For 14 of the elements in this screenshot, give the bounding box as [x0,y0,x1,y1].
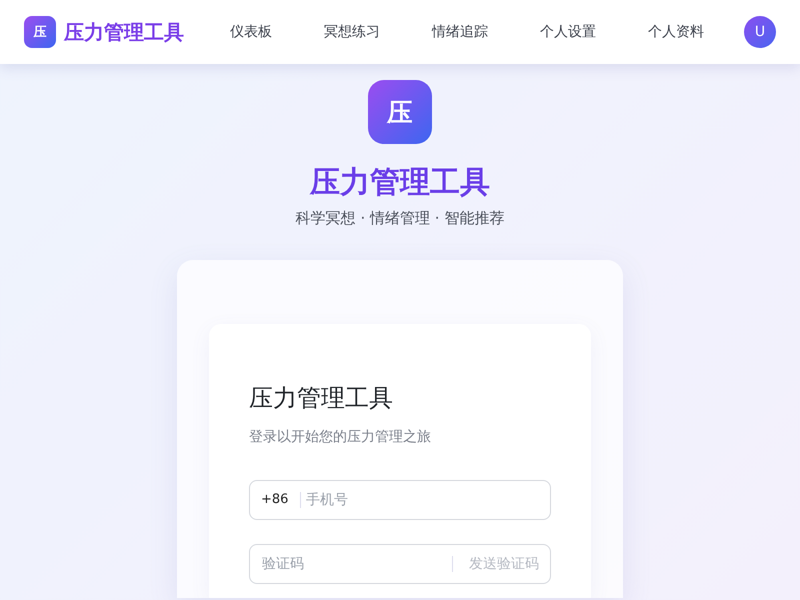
login-title: 压力管理工具 [249,383,394,414]
nav-link[interactable]: 个人资料 [624,17,728,47]
app-logo: 压 [368,80,432,144]
nav-link[interactable]: 冥想练习 [300,17,404,47]
login-subtitle: 登录以开始您的压力管理之旅 [249,428,432,446]
country-code: +86 [261,492,302,508]
tagline: 科学冥想 · 情绪管理 · 智能推荐 [296,209,504,228]
brand-name: 压力管理工具 [64,18,184,46]
nav-link[interactable]: 仪表板 [206,17,296,47]
user-avatar[interactable]: U [744,16,776,48]
hero-title: 压力管理工具 [310,164,490,202]
nav-link[interactable]: 个人设置 [516,17,620,47]
logo-mark: 压 [24,16,56,48]
nav-link[interactable]: 情绪追踪 [408,17,512,47]
